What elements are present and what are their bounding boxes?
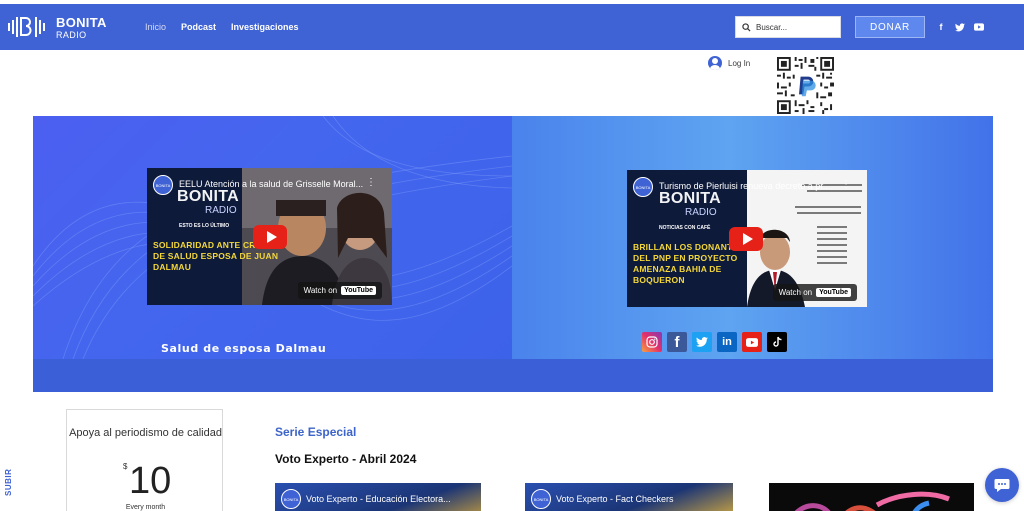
tiktok-icon[interactable] <box>767 332 787 352</box>
paypal-qr-code[interactable] <box>777 57 834 114</box>
video-brand-sub: RADIO <box>205 205 237 216</box>
video-card-title[interactable]: Voto Experto - Fact Checkers <box>556 494 674 504</box>
video-card-title[interactable]: Voto Experto - Educación Electora... <box>306 494 451 504</box>
hero-bottom-band <box>33 359 993 392</box>
video-brand: BONITA <box>659 190 721 207</box>
video-embed-left[interactable]: BONITA EELU Atención a la salud de Griss… <box>147 168 392 305</box>
hero-caption: Salud de esposa Dalmau <box>161 342 327 355</box>
watch-on-label: Watch on <box>778 288 813 297</box>
video-card-1[interactable]: BONITA Voto Experto - Educación Electora… <box>275 483 481 511</box>
donate-button[interactable]: DONAR <box>855 16 925 38</box>
avatar-icon <box>708 56 722 70</box>
site-header: BONITA RADIO Inicio Podcast Investigacio… <box>0 4 1024 50</box>
login-button[interactable]: Log In <box>708 56 750 70</box>
support-amount: 10 <box>129 460 172 502</box>
play-button[interactable] <box>729 227 763 251</box>
play-button[interactable] <box>253 225 287 249</box>
header-social-links: f <box>936 22 984 32</box>
video-kicker: ESTO ES LO ÚLTIMO <box>179 223 230 229</box>
linkedin-icon[interactable]: in <box>717 332 737 352</box>
search-icon <box>742 22 751 32</box>
nav-item-inicio[interactable]: Inicio <box>145 22 166 32</box>
twitter-icon[interactable] <box>955 22 965 32</box>
watch-on-label: Watch on <box>303 286 338 295</box>
nav-item-investigaciones[interactable]: Investigaciones <box>231 22 299 32</box>
support-frequency: Every month <box>125 504 166 511</box>
site-logo[interactable]: BONITA RADIO <box>8 12 118 44</box>
twitter-icon[interactable] <box>692 332 712 352</box>
watch-on-youtube-button[interactable]: Watch on YouTube <box>297 282 382 299</box>
channel-avatar[interactable]: BONITA <box>153 175 173 195</box>
nav-item-podcast[interactable]: Podcast <box>181 22 216 32</box>
channel-avatar[interactable]: BONITA <box>633 177 653 197</box>
more-options-icon[interactable]: ⋮ <box>841 179 851 190</box>
support-card-title: Apoya al periodismo de calidad <box>69 427 222 439</box>
video-kicker: NOTICIAS CON CAFÉ <box>659 225 711 231</box>
chat-button[interactable] <box>985 468 1019 502</box>
page: BONITA RADIO Inicio Podcast Investigacio… <box>0 0 1024 511</box>
youtube-logo: YouTube <box>341 286 376 295</box>
video-brand-sub: RADIO <box>685 207 717 218</box>
hero-left-panel: BONITA EELU Atención a la salud de Griss… <box>33 116 512 359</box>
logo-bars-icon <box>8 17 45 37</box>
video-brand: BONITA <box>177 188 239 205</box>
video-card-artwork <box>769 483 974 511</box>
section-title: Voto Experto - Abril 2024 <box>275 452 417 466</box>
search-box[interactable] <box>735 16 841 38</box>
youtube-logo: YouTube <box>816 288 851 297</box>
more-options-icon[interactable]: ⋮ <box>366 177 376 188</box>
support-currency: $ <box>123 462 128 471</box>
video-embed-right[interactable]: BONITA Turismo de Pierluisi renueva decr… <box>627 170 867 307</box>
instagram-icon[interactable] <box>642 332 662 352</box>
video-card-2[interactable]: BONITA Voto Experto - Fact Checkers <box>525 483 733 511</box>
youtube-icon[interactable] <box>974 22 984 32</box>
youtube-icon[interactable] <box>742 332 762 352</box>
scroll-top-link[interactable]: SUBIR <box>4 466 18 496</box>
login-label: Log In <box>728 58 751 68</box>
facebook-icon[interactable]: f <box>667 332 687 352</box>
main-nav: Inicio Podcast Investigaciones <box>145 22 299 32</box>
channel-avatar[interactable]: BONITA <box>281 489 301 509</box>
video-card-3[interactable] <box>769 483 974 511</box>
hero-section: BONITA EELU Atención a la salud de Griss… <box>33 116 993 392</box>
logo-name: BONITA <box>56 15 107 30</box>
hero-social-links: f in <box>642 332 787 352</box>
support-card[interactable]: Apoya al periodismo de calidad $ 10 Ever… <box>66 409 223 511</box>
channel-avatar[interactable]: BONITA <box>531 489 551 509</box>
logo-sub: RADIO <box>56 30 87 40</box>
chat-icon <box>994 478 1010 492</box>
facebook-icon[interactable]: f <box>936 22 946 32</box>
search-input[interactable] <box>756 22 836 32</box>
watch-on-youtube-button[interactable]: Watch on YouTube <box>772 284 857 301</box>
hero-right-panel: BONITA Turismo de Pierluisi renueva decr… <box>512 116 993 359</box>
section-label: Serie Especial <box>275 425 357 439</box>
